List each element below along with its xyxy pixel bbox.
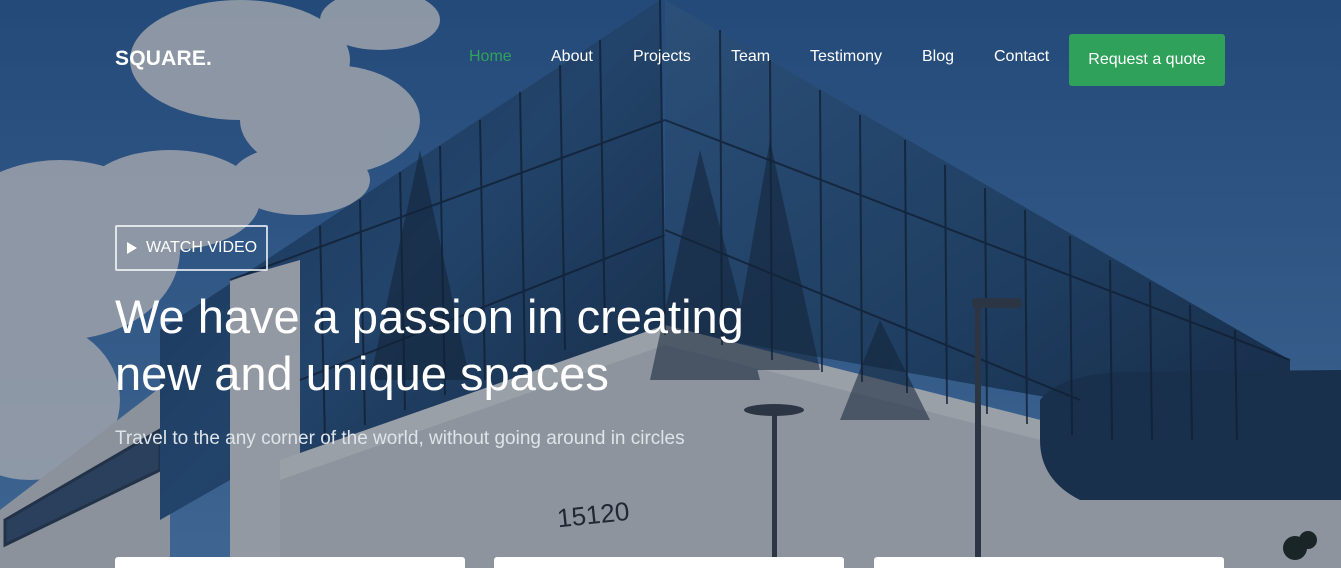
watch-video-button[interactable]: WATCH VIDEO — [115, 225, 268, 271]
hero-headline: We have a passion in creating new and un… — [115, 288, 815, 402]
nav-link-about[interactable]: About — [551, 48, 593, 66]
watch-video-label: WATCH VIDEO — [146, 239, 258, 256]
brand-dot: . — [206, 47, 213, 70]
nav-link-contact[interactable]: Contact — [994, 48, 1049, 66]
feature-card-1 — [115, 557, 465, 568]
brand-logo[interactable]: SQUARE. — [115, 47, 212, 71]
brand-name: SQUARE — [115, 47, 207, 70]
feature-card-2 — [494, 557, 844, 568]
nav-link-team[interactable]: Team — [731, 48, 770, 66]
play-icon — [127, 242, 137, 254]
nav-link-blog[interactable]: Blog — [922, 48, 954, 66]
hero-headline-line-2: new and unique spaces — [115, 347, 609, 400]
request-quote-button[interactable]: Request a quote — [1069, 34, 1225, 86]
navbar: SQUARE. Home About Projects Team Testimo… — [0, 0, 1341, 120]
feature-card-3 — [874, 557, 1224, 568]
hero-headline-line-1: We have a passion in creating — [115, 290, 744, 343]
nav-link-projects[interactable]: Projects — [633, 48, 691, 66]
nav-link-home[interactable]: Home — [469, 48, 512, 66]
nav-link-testimony[interactable]: Testimony — [810, 48, 882, 66]
hero-subheadline: Travel to the any corner of the world, w… — [115, 428, 685, 449]
